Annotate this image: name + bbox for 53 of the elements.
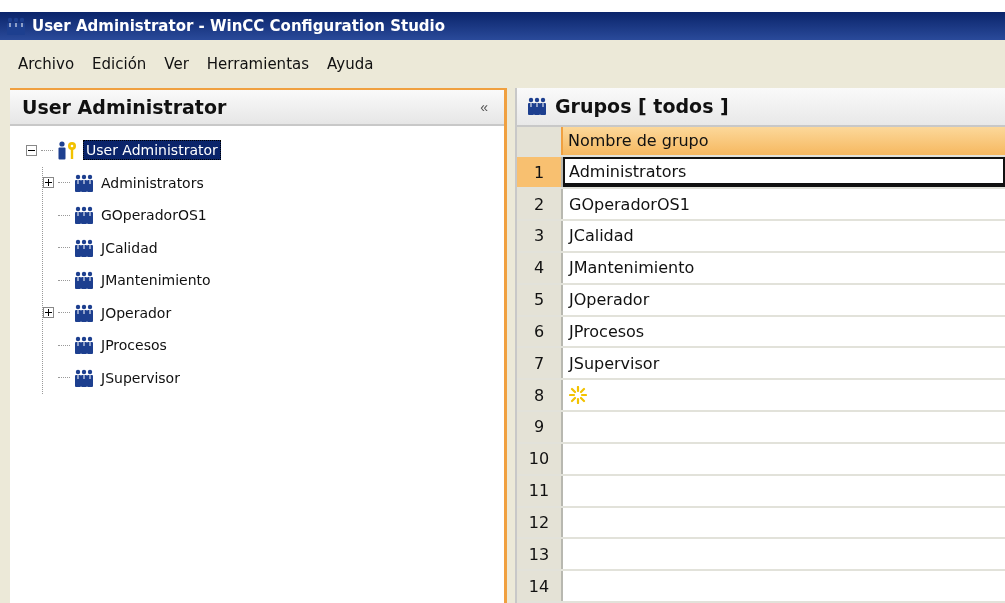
row-number[interactable]: 14: [517, 571, 563, 601]
menu-item[interactable]: Ayuda: [321, 51, 380, 77]
row-number[interactable]: 6: [517, 316, 563, 347]
tree-item[interactable]: JSupervisor: [98, 367, 183, 388]
new-row-icon: [569, 386, 587, 405]
window-title: User Administrator - WinCC Configuration Studio: [32, 17, 445, 35]
row-number[interactable]: 8: [517, 380, 563, 411]
row-number[interactable]: 5: [517, 284, 563, 315]
table-cell-text: JOperador: [567, 289, 651, 312]
table-cell-text: JProcesos: [567, 320, 646, 343]
row-number[interactable]: 7: [517, 348, 563, 379]
group-icon: [74, 206, 94, 225]
row-number[interactable]: 4: [517, 252, 563, 283]
tree-item[interactable]: GOperadorOS1: [98, 205, 210, 226]
tree-item[interactable]: User Administrator: [83, 140, 221, 161]
panel-title: User Administrator: [22, 96, 227, 118]
group-icon: [74, 368, 94, 387]
tree-item[interactable]: JOperador: [98, 302, 175, 323]
group-icon: [74, 271, 94, 290]
table-cell-text: JMantenimiento: [567, 257, 696, 280]
tree-item[interactable]: JCalidad: [98, 237, 161, 258]
row-number[interactable]: 9: [517, 412, 563, 442]
menu-item[interactable]: Herramientas: [200, 51, 316, 77]
menu-item[interactable]: Edición: [86, 51, 153, 77]
tree-item[interactable]: JProcesos: [98, 335, 170, 356]
column-header[interactable]: Nombre de grupo: [561, 126, 1005, 156]
row-number[interactable]: 12: [517, 507, 563, 538]
menu-item[interactable]: Ver: [158, 51, 195, 77]
row-number[interactable]: 11: [517, 475, 563, 506]
collapse-icon[interactable]: [26, 144, 37, 156]
row-number[interactable]: 13: [517, 539, 563, 570]
tree-item[interactable]: JMantenimiento: [98, 270, 214, 291]
group-icon: [74, 173, 94, 192]
row-number[interactable]: 10: [517, 443, 563, 474]
group-icon: [74, 238, 94, 257]
row-number[interactable]: 1: [517, 157, 563, 188]
group-icon: [74, 303, 94, 322]
app-icon: [6, 17, 26, 35]
group-icon: [527, 97, 547, 116]
row-number[interactable]: 2: [517, 189, 563, 220]
tree-item[interactable]: Administrators: [98, 172, 207, 193]
table-cell-text: JSupervisor: [567, 352, 661, 375]
menu-item[interactable]: Archivo: [12, 51, 81, 77]
expand-icon[interactable]: [43, 177, 54, 189]
users-key-icon: [57, 140, 79, 161]
table-cell-text: GOperadorOS1: [568, 193, 691, 216]
expand-icon[interactable]: [43, 307, 54, 319]
group-icon: [74, 336, 94, 355]
panel-title: Grupos [ todos ]: [555, 95, 729, 118]
table-cell: Administrators: [563, 157, 1005, 188]
row-number[interactable]: 3: [517, 221, 563, 251]
table-cell-text: JCalidad: [567, 225, 635, 248]
collapse-button[interactable]: «: [476, 99, 492, 115]
